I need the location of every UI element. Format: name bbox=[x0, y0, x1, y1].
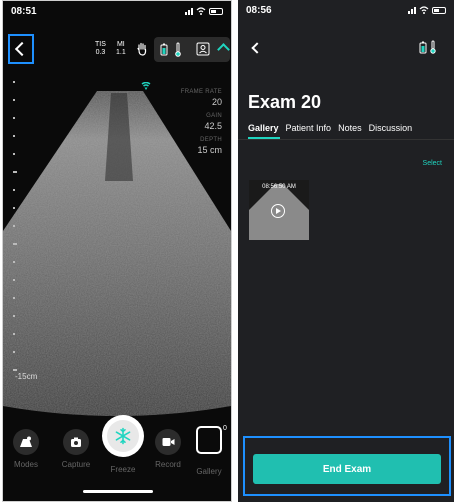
gallery-label: Gallery bbox=[196, 467, 222, 476]
select-link[interactable]: Select bbox=[423, 160, 442, 167]
tab-patient-info[interactable]: Patient Info bbox=[286, 123, 332, 133]
play-icon[interactable] bbox=[271, 204, 285, 218]
scan-screen: 08:51 TIS 0.3 MI 1.1 -15cm FRAME RATE 20… bbox=[2, 0, 232, 502]
exam-screen: 08:56 Exam 20 Gallery Patient Info Notes… bbox=[238, 0, 454, 502]
record-button[interactable]: Record bbox=[153, 429, 183, 469]
tab-gallery[interactable]: Gallery bbox=[248, 123, 279, 133]
battery-icon bbox=[432, 6, 446, 14]
gallery-button[interactable] bbox=[196, 426, 222, 454]
modes-button[interactable]: Modes bbox=[13, 429, 39, 469]
exam-tabs: Gallery Patient Info Notes Discussion bbox=[248, 123, 412, 133]
gallery-thumbnail[interactable]: 08:56:50 AM bbox=[249, 180, 309, 240]
tab-notes[interactable]: Notes bbox=[338, 123, 362, 133]
record-label: Record bbox=[155, 460, 181, 469]
wifi-icon bbox=[419, 6, 429, 14]
capture-label: Capture bbox=[61, 460, 91, 469]
tab-divider bbox=[238, 139, 454, 140]
gallery-count: 0 bbox=[223, 425, 227, 432]
snowflake-icon bbox=[115, 427, 131, 445]
probe-status-icons[interactable] bbox=[418, 40, 440, 54]
home-indicator[interactable] bbox=[83, 490, 153, 493]
status-bar: 08:56 bbox=[246, 5, 446, 19]
status-time: 08:56 bbox=[246, 5, 272, 16]
frame-rate-value: 20 bbox=[211, 97, 222, 107]
signal-icon bbox=[408, 6, 416, 14]
depth-value: 15 cm bbox=[197, 145, 222, 155]
freeze-button[interactable] bbox=[102, 415, 144, 457]
thumbnail-time: 08:56:50 AM bbox=[262, 184, 296, 190]
end-exam-button[interactable]: End Exam bbox=[253, 454, 441, 484]
camera-icon bbox=[71, 437, 81, 447]
exam-title: Exam 20 bbox=[248, 92, 322, 112]
depth-label: DEPTH bbox=[200, 137, 222, 143]
gain-value: 42.5 bbox=[204, 121, 222, 131]
gain-label: GAIN bbox=[206, 113, 222, 119]
depth-scale bbox=[13, 81, 17, 371]
modes-label: Modes bbox=[13, 460, 38, 469]
ultrasound-image[interactable] bbox=[3, 1, 231, 421]
capture-button[interactable]: Capture bbox=[61, 429, 91, 469]
tab-discussion[interactable]: Discussion bbox=[369, 123, 413, 133]
frame-rate-label: FRAME RATE bbox=[180, 89, 222, 95]
modes-icon bbox=[20, 436, 32, 447]
video-icon bbox=[162, 438, 175, 446]
depth-scale-label: -15cm bbox=[15, 372, 38, 381]
freeze-label: Freeze bbox=[110, 465, 136, 474]
back-icon[interactable] bbox=[251, 42, 263, 54]
